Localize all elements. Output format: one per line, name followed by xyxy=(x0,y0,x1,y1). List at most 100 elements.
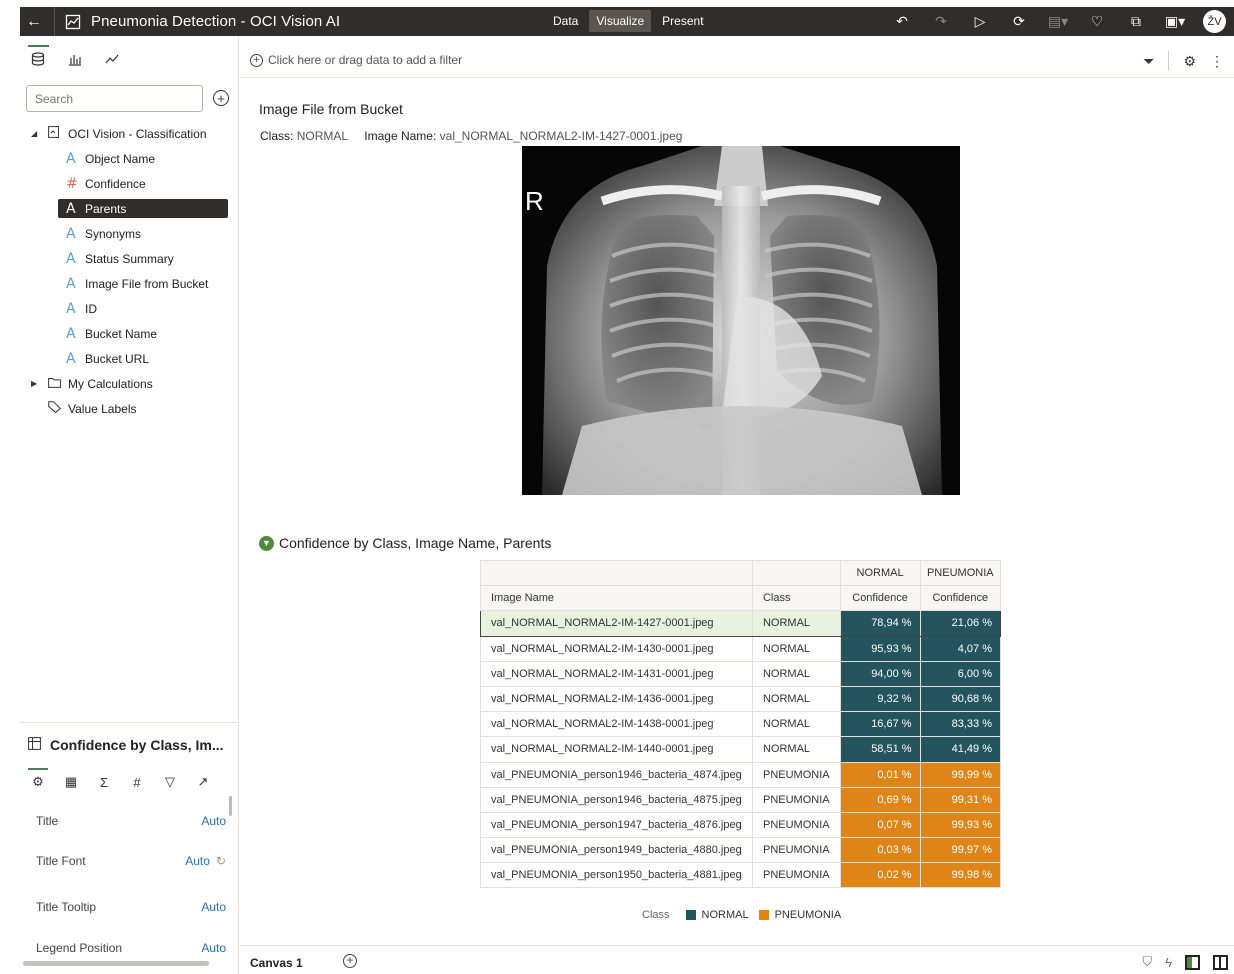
back-arrow-icon[interactable]: ← xyxy=(20,13,48,31)
image-name-cell[interactable]: val_PNEUMONIA_person1946_bacteria_4874.j… xyxy=(480,761,753,788)
legend-item-normal[interactable]: NORMAL xyxy=(685,909,749,921)
prop-value[interactable]: Auto xyxy=(201,814,226,828)
column-parents[interactable]: A Parents xyxy=(20,196,239,221)
normal-confidence-cell[interactable]: 0,69 % xyxy=(839,786,921,813)
pneumonia-confidence-cell[interactable]: 99,93 % xyxy=(919,811,1002,839)
header-image-name[interactable]: Image Name xyxy=(480,585,753,612)
normal-confidence-cell[interactable]: 78,94 % xyxy=(839,610,921,637)
prop-title-font-row[interactable]: Title Font Auto ↻ xyxy=(36,854,226,868)
table-viz-title[interactable]: ▼ Confidence by Class, Image Name, Paren… xyxy=(259,535,551,551)
auto-insights-icon[interactable]: ⚙ xyxy=(1183,53,1196,70)
data-database-icon[interactable] xyxy=(28,45,49,69)
column-image-file[interactable]: A Image File from Bucket xyxy=(20,271,239,296)
image-name-cell[interactable]: val_PNEUMONIA_person1946_bacteria_4875.j… xyxy=(480,786,753,813)
table-row[interactable]: val_NORMAL_NORMAL2-IM-1438-0001.jpeg NORM… xyxy=(480,711,1002,738)
table-row[interactable]: val_NORMAL_NORMAL2-IM-1431-0001.jpeg NORM… xyxy=(480,660,1002,687)
image-name-cell[interactable]: val_NORMAL_NORMAL2-IM-1431-0001.jpeg xyxy=(480,660,753,687)
add-canvas-plus-icon[interactable]: + xyxy=(343,954,357,968)
column-group-normal[interactable]: NORMAL xyxy=(839,559,921,587)
class-cell[interactable]: NORMAL xyxy=(751,610,841,637)
preview-play-icon[interactable]: ▷ xyxy=(969,11,991,33)
header-confidence[interactable]: Confidence xyxy=(919,585,1002,612)
caret-right-icon[interactable]: ▶ xyxy=(31,379,37,388)
analytics-trend-icon[interactable]: ↗ xyxy=(194,773,212,791)
table-row[interactable]: val_PNEUMONIA_person1950_bacteria_4881.j… xyxy=(480,862,1002,889)
xray-image[interactable]: R xyxy=(522,146,960,495)
table-row[interactable]: val_PNEUMONIA_person1946_bacteria_4875.j… xyxy=(480,786,1002,813)
add-filter-plus-icon[interactable]: + xyxy=(250,53,263,67)
pneumonia-confidence-cell[interactable]: 4,07 % xyxy=(919,635,1002,662)
table-row[interactable]: val_NORMAL_NORMAL2-IM-1440-0001.jpeg NORM… xyxy=(480,736,1002,763)
column-bucket-url[interactable]: A Bucket URL xyxy=(20,346,239,371)
image-name-cell[interactable]: val_PNEUMONIA_person1949_bacteria_4880.j… xyxy=(480,837,753,864)
column-group-pneumonia[interactable]: PNEUMONIA xyxy=(919,559,1002,587)
table-row[interactable]: val_NORMAL_NORMAL2-IM-1436-0001.jpeg NORM… xyxy=(480,685,1002,713)
filter-funnel-icon[interactable]: ⏷ xyxy=(1143,53,1154,70)
axis-table-icon[interactable]: ▦ xyxy=(62,773,80,791)
column-object-name[interactable]: A Object Name xyxy=(20,146,239,171)
prop-title-row[interactable]: Title Auto xyxy=(36,814,226,828)
class-cell[interactable]: PNEUMONIA xyxy=(751,786,841,813)
grammar-panel-icon[interactable]: ⛉ xyxy=(1142,954,1152,970)
my-calculations-node[interactable]: ▶ My Calculations xyxy=(20,371,239,396)
header-confidence[interactable]: Confidence xyxy=(839,585,921,612)
filter-applied-icon[interactable]: ▼ xyxy=(259,535,274,551)
pneumonia-confidence-cell[interactable]: 90,68 % xyxy=(919,685,1002,713)
class-cell[interactable]: NORMAL xyxy=(751,736,841,763)
image-name-cell[interactable]: val_NORMAL_NORMAL2-IM-1430-0001.jpeg xyxy=(480,635,753,662)
lightning-icon[interactable]: ϟ xyxy=(1165,955,1172,970)
horizontal-scrollbar[interactable] xyxy=(23,961,209,966)
prop-value[interactable]: Auto xyxy=(201,900,226,914)
class-cell[interactable]: PNEUMONIA xyxy=(751,761,841,788)
pneumonia-confidence-cell[interactable]: 99,98 % xyxy=(919,862,1002,889)
header-class[interactable]: Class xyxy=(751,585,841,612)
mode-data-tab[interactable]: Data xyxy=(546,10,585,32)
class-cell[interactable]: NORMAL xyxy=(751,635,841,662)
prop-title-tooltip-row[interactable]: Title Tooltip Auto xyxy=(36,900,226,914)
normal-confidence-cell[interactable]: 95,93 % xyxy=(839,635,921,662)
class-cell[interactable]: PNEUMONIA xyxy=(751,837,841,864)
totals-sigma-icon[interactable]: Σ xyxy=(95,773,113,791)
image-viz-title[interactable]: Image File from Bucket xyxy=(259,101,403,117)
insights-lightbulb-icon[interactable]: ♡ xyxy=(1086,11,1108,33)
user-avatar[interactable]: ŽV xyxy=(1203,10,1226,33)
mode-visualize-tab[interactable]: Visualize xyxy=(589,10,652,32)
column-confidence[interactable]: # Confidence xyxy=(20,171,239,196)
more-menu-icon[interactable]: ⋮ xyxy=(1210,53,1224,70)
mode-present-tab[interactable]: Present xyxy=(655,10,710,32)
table-row[interactable]: val_PNEUMONIA_person1946_bacteria_4874.j… xyxy=(480,761,1002,788)
visualizations-bar-chart-icon[interactable] xyxy=(65,49,85,69)
redo-icon[interactable]: ↷ xyxy=(930,11,952,33)
column-status-summary[interactable]: A Status Summary xyxy=(20,246,239,271)
toggle-right-panel-icon[interactable] xyxy=(1213,954,1228,970)
prop-value[interactable]: Auto xyxy=(185,854,210,868)
image-name-cell[interactable]: val_NORMAL_NORMAL2-IM-1427-0001.jpeg xyxy=(480,610,753,637)
column-id[interactable]: A ID xyxy=(20,296,239,321)
image-name-cell[interactable]: val_NORMAL_NORMAL2-IM-1438-0001.jpeg xyxy=(480,711,753,738)
save-dropdown-icon[interactable]: ▣▾ xyxy=(1164,11,1186,33)
column-bucket-name[interactable]: A Bucket Name xyxy=(20,321,239,346)
pneumonia-confidence-cell[interactable]: 99,97 % xyxy=(919,837,1002,864)
caret-down-icon[interactable]: ◢ xyxy=(31,129,37,138)
toggle-left-panel-icon[interactable] xyxy=(1185,954,1200,970)
prop-legend-position-row[interactable]: Legend Position Auto xyxy=(36,941,226,955)
normal-confidence-cell[interactable]: 9,32 % xyxy=(839,685,921,713)
image-name-cell[interactable]: val_NORMAL_NORMAL2-IM-1440-0001.jpeg xyxy=(480,736,753,763)
add-filter-area[interactable]: + Click here or drag data to add a filte… xyxy=(250,53,462,67)
class-cell[interactable]: NORMAL xyxy=(751,711,841,738)
normal-confidence-cell[interactable]: 0,07 % xyxy=(839,811,921,839)
refresh-data-icon[interactable]: ⟳ xyxy=(1008,11,1030,33)
table-row[interactable]: val_PNEUMONIA_person1949_bacteria_4880.j… xyxy=(480,837,1002,864)
pneumonia-confidence-cell[interactable]: 83,33 % xyxy=(919,711,1002,738)
undo-icon[interactable]: ↶ xyxy=(891,11,913,33)
class-cell[interactable]: NORMAL xyxy=(751,660,841,687)
reset-icon[interactable]: ↻ xyxy=(216,854,226,868)
image-name-cell[interactable]: val_NORMAL_NORMAL2-IM-1436-0001.jpeg xyxy=(480,685,753,713)
table-row[interactable]: val_NORMAL_NORMAL2-IM-1427-0001.jpeg NORM… xyxy=(480,610,1002,637)
pneumonia-confidence-cell[interactable]: 41,49 % xyxy=(919,736,1002,763)
normal-confidence-cell[interactable]: 0,03 % xyxy=(839,837,921,864)
filter-funnel-icon[interactable]: ▽ xyxy=(161,773,179,791)
prop-value[interactable]: Auto xyxy=(201,941,226,955)
legend-item-pneumonia[interactable]: PNEUMONIA xyxy=(758,909,841,921)
general-gear-icon[interactable]: ⚙ xyxy=(28,768,48,791)
